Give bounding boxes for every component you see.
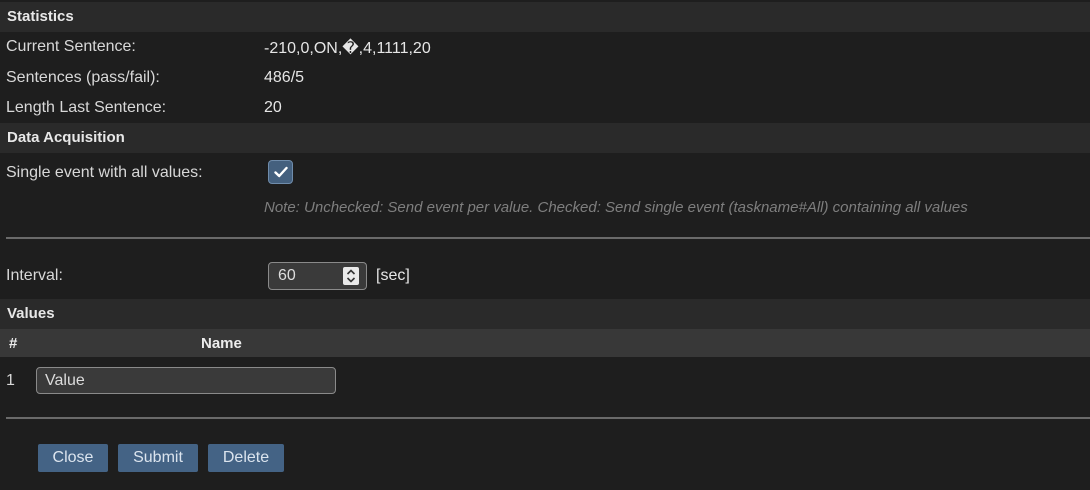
values-table-header: # Name: [0, 329, 1090, 357]
current-sentence-label: Current Sentence:: [6, 38, 136, 55]
sentences-pass-fail-label: Sentences (pass/fail):: [6, 69, 160, 86]
interval-value: 60: [278, 267, 296, 284]
spin-updown-icon[interactable]: [343, 267, 359, 285]
single-event-label: Single event with all values:: [6, 164, 203, 181]
current-sentence-value: -210,0,ON,�,4,1111,20: [264, 40, 431, 57]
interval-input[interactable]: 60: [268, 262, 367, 290]
value-name-text: Value: [45, 372, 85, 389]
length-last-sentence-value: 20: [264, 99, 282, 116]
divider-bottom: [6, 417, 1090, 419]
sentences-pass-fail-value: 486/5: [264, 69, 305, 86]
column-name: Name: [201, 335, 242, 352]
spinner-arrows-icon: [346, 269, 356, 283]
single-event-note: Note: Unchecked: Send event per value. C…: [264, 199, 968, 216]
submit-button[interactable]: Submit: [118, 444, 198, 472]
check-icon: [273, 166, 288, 178]
values-header: Values: [0, 299, 1090, 329]
data-acquisition-header: Data Acquisition: [0, 123, 1090, 153]
interval-label: Interval:: [6, 267, 63, 284]
device-settings-page: Statistics Current Sentence: -210,0,ON,�…: [0, 0, 1090, 490]
column-index: #: [9, 335, 18, 352]
value-name-input[interactable]: Value: [36, 367, 336, 394]
statistics-header: Statistics: [0, 2, 1090, 32]
length-last-sentence-label: Length Last Sentence:: [6, 99, 167, 116]
interval-unit: [sec]: [376, 267, 410, 284]
row-index: 1: [6, 372, 15, 389]
delete-button[interactable]: Delete: [208, 444, 284, 472]
divider: [6, 237, 1090, 239]
single-event-checkbox[interactable]: [268, 160, 293, 184]
close-button[interactable]: Close: [38, 444, 108, 472]
